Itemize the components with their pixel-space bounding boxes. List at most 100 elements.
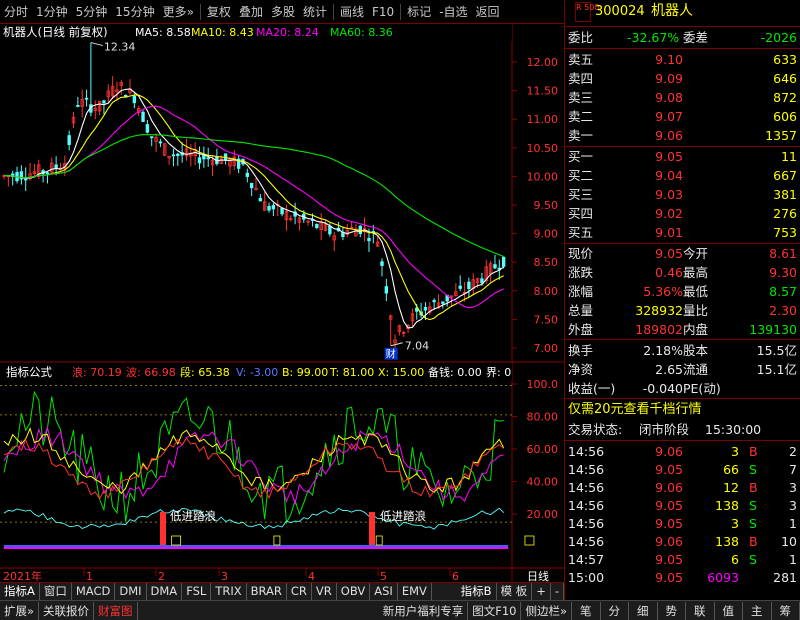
stat-row: 涨跌 0.46 最高 9.30 — [568, 265, 797, 280]
indicator-tab[interactable]: FSL — [182, 583, 212, 600]
xaxis-label: 2021年 — [3, 569, 42, 583]
status-item[interactable]: 笔 — [572, 601, 601, 620]
price-tick-label: 10.50 — [527, 142, 559, 155]
tick-row: 14:56 9.05 3 S 1 — [568, 516, 797, 531]
weibi-row: 委比 -32.67% 委差 -2026 — [568, 30, 797, 45]
indicator-tabs: 指标A 窗口 MACD DMI DMA FSL TRIX BRAR CR VR OBV ASI EMV 指… — [0, 582, 564, 600]
toolbar-item[interactable]: 统计 — [299, 0, 331, 24]
indicator-tick-label: 20.00 — [527, 508, 559, 521]
status-item[interactable]: 扩展» — [0, 601, 40, 620]
signal-box — [273, 535, 281, 546]
indicator-tab[interactable]: 模 板 — [497, 583, 533, 600]
bid-row: 买三 9.03 381 — [568, 187, 797, 202]
candle-body — [249, 182, 254, 189]
ma60-label: MA60: 8.36 — [330, 26, 393, 39]
price-tick-label: 11.00 — [527, 113, 559, 126]
toolbar-item[interactable]: 叠加 — [235, 0, 267, 24]
toolbar-item[interactable]: 1分钟 — [32, 0, 72, 24]
toolbar-item[interactable]: 5分钟 — [72, 0, 112, 24]
toolbar-item[interactable]: 标记 — [403, 0, 435, 24]
toolbar-item[interactable]: 更多» — [159, 0, 198, 24]
tick-row: 14:56 9.06 12 B 3 — [568, 480, 797, 495]
indicator-tab[interactable]: TRIX — [211, 583, 247, 600]
osc-cyan-line — [3, 507, 505, 530]
toolbar-item[interactable]: 15分钟 — [111, 0, 158, 24]
indicator-tab[interactable]: BRAR — [247, 583, 287, 600]
candle-body — [432, 300, 436, 303]
status-item[interactable]: 侧边栏» — [521, 601, 572, 620]
band-magenta — [4, 547, 508, 549]
signal-label: 低进踏浪 — [380, 509, 426, 523]
status-item[interactable]: 关联报价 — [39, 601, 95, 620]
toolbar-item[interactable]: F10 — [368, 0, 398, 24]
indicator-tab[interactable]: 窗口 — [40, 583, 72, 600]
candle-body — [315, 223, 319, 229]
candle-body — [158, 141, 163, 144]
stock-code: 300024 — [595, 4, 645, 19]
ask-row: 卖五 9.10 633 — [568, 52, 797, 67]
candle-body — [171, 154, 176, 157]
tick-row: 15:00 9.05 6093 281 — [568, 570, 797, 585]
bid-row: 买一 9.05 11 — [568, 149, 797, 164]
status-item[interactable]: 联 — [686, 601, 715, 620]
candle-body — [45, 172, 50, 175]
ma10-label: MA10: 8.43 — [191, 26, 254, 39]
kline-chart[interactable]: 机器人(日线 前复权) MA5: 8.58 MA10: 8.43 MA20: 8.24… — [0, 24, 564, 590]
stat-row: 收益(一) -0.040 PE(动) — [568, 381, 721, 396]
status-item[interactable]: 图文F10 — [468, 601, 522, 620]
ma20-label: MA20: 8.24 — [256, 26, 319, 39]
candle-body — [150, 136, 154, 139]
toolbar-item[interactable]: 画线 — [336, 0, 368, 24]
ind-t: T: 81.00 — [329, 366, 374, 379]
status-item[interactable]: 新用户福利专享 — [379, 601, 469, 620]
ask-row: 卖四 9.09 646 — [568, 71, 797, 86]
stock-name: 机器人 — [651, 3, 693, 19]
tick-row: 14:56 9.06 138 B 10 — [568, 534, 797, 549]
candle-body — [441, 301, 445, 304]
ind-jie: 界: 0 — [486, 366, 511, 379]
indicator-tab[interactable]: - — [551, 583, 564, 600]
weibi-value: -32.67% — [627, 30, 680, 45]
buy-signal-bar — [160, 512, 166, 545]
chart-title: 机器人(日线 前复权) — [3, 25, 108, 39]
status-item[interactable]: 财富图 — [94, 601, 138, 620]
status-item[interactable]: 分 — [601, 601, 629, 620]
tick-row: 14:56 9.05 66 S 7 — [568, 462, 797, 477]
toolbar-item[interactable]: 多股 — [267, 0, 299, 24]
indicator-tab[interactable]: CR — [287, 583, 312, 600]
toolbar-item[interactable]: 分时 — [0, 0, 32, 24]
candle-body — [501, 256, 506, 267]
indicator-tab[interactable]: MACD — [72, 583, 116, 600]
price-tick-label: 9.00 — [534, 228, 559, 241]
indicator-tab[interactable]: 指标B — [457, 583, 497, 600]
indicator-tab[interactable]: OBV — [337, 583, 371, 600]
indicator-tab[interactable]: EMV — [398, 583, 432, 600]
candle-body — [54, 164, 58, 169]
indicator-tab[interactable]: + — [532, 583, 551, 600]
toolbar-item[interactable]: -自选 — [435, 0, 471, 24]
indicator-tab[interactable]: DMI — [115, 583, 147, 600]
price-tick-label: 12.00 — [527, 56, 559, 69]
candle-body — [176, 153, 180, 156]
price-tick-label: 9.50 — [534, 199, 559, 212]
bid-row: 买二 9.04 667 — [568, 168, 797, 183]
status-item[interactable]: 势 — [658, 601, 686, 620]
candle-body — [84, 97, 89, 100]
indicator-tick-label: 40.00 — [527, 476, 559, 489]
indicator-tab[interactable]: DMA — [147, 583, 183, 600]
candle-body — [280, 207, 284, 215]
toolbar-item[interactable]: 复权 — [203, 0, 235, 24]
indicator-tab[interactable]: ASI — [370, 583, 398, 600]
toolbar-item[interactable]: 返回 — [472, 0, 504, 24]
ask-row: 卖二 9.07 606 — [568, 109, 797, 124]
indicator-tab[interactable]: VR — [312, 583, 337, 600]
stat-row: 外盘 189802 内盘 139130 — [568, 322, 797, 337]
candle-body — [380, 261, 384, 266]
promo-link[interactable]: 仅需20元查看千档行情 — [565, 400, 800, 419]
indicator-tab[interactable]: 指标A — [0, 583, 40, 600]
status-item[interactable]: 主 — [743, 601, 772, 620]
ma10-line — [3, 94, 504, 321]
status-item[interactable]: 细 — [629, 601, 658, 620]
status-item[interactable]: 值 — [715, 601, 743, 620]
status-item[interactable]: 筹 — [772, 601, 800, 620]
